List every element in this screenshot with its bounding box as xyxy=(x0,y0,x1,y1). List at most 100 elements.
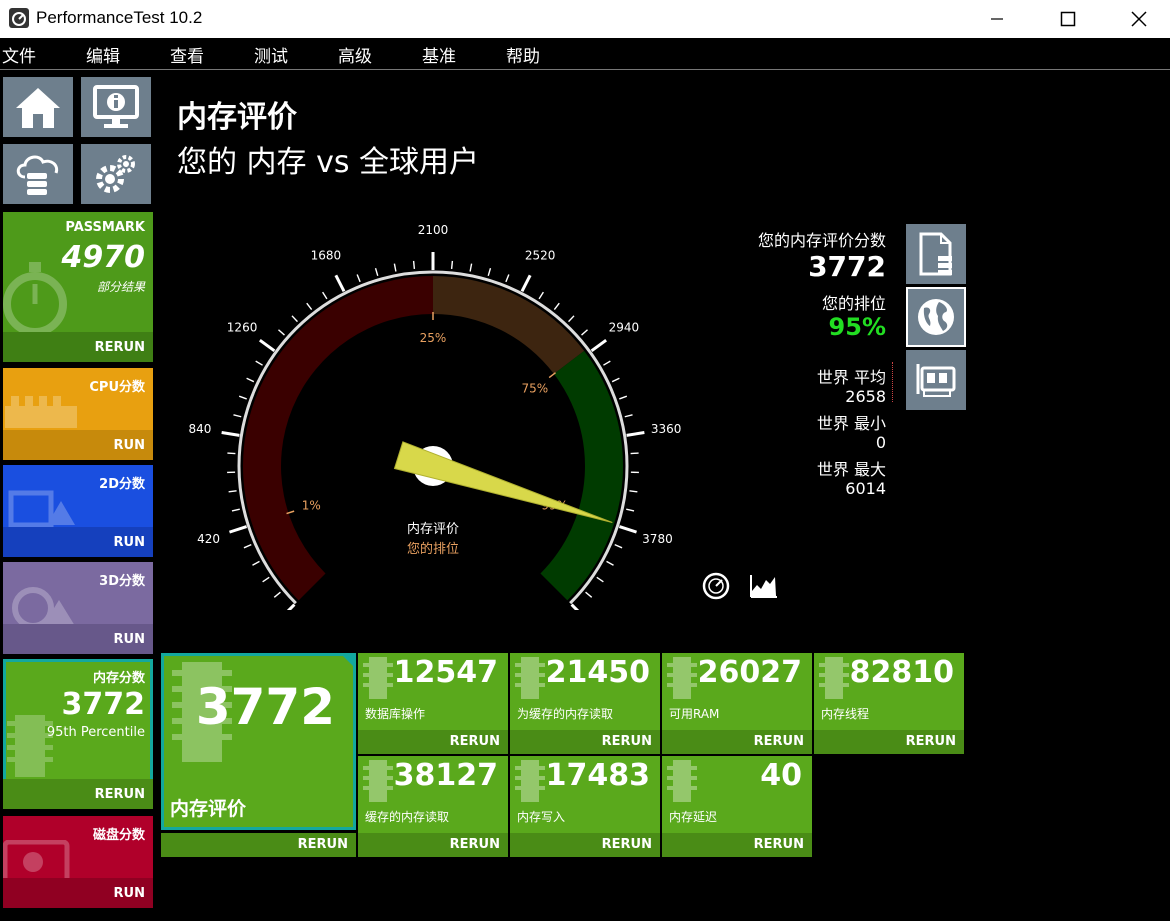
selected-corner xyxy=(340,656,353,669)
subtest-rerun-button[interactable]: RERUN xyxy=(450,734,500,749)
disk-drive-icon xyxy=(3,840,70,880)
gauge-minor-tick xyxy=(246,377,255,383)
2d-run-button[interactable]: RUN xyxy=(114,535,145,550)
report-button[interactable] xyxy=(906,224,966,284)
stopwatch-icon xyxy=(3,262,67,336)
gauge-tick-label: 1680 xyxy=(311,249,342,263)
gauge-minor-tick xyxy=(487,267,492,277)
gauge-band-mid xyxy=(433,276,585,374)
subtest-tile[interactable]: 38127 缓存的内存读取 RERUN xyxy=(358,756,508,857)
gauge-minor-tick xyxy=(238,395,247,400)
gauge-minor-tick xyxy=(585,591,593,598)
minimize-button[interactable] xyxy=(962,0,1032,38)
subtest-tile[interactable]: 82810 内存线程 RERUN xyxy=(814,653,964,754)
gauge-minor-tick xyxy=(252,560,260,566)
subtest-value: 12547 xyxy=(393,655,498,690)
gauge-needle xyxy=(393,441,613,523)
memory-chip-icon xyxy=(363,760,393,802)
gauge-minor-tick xyxy=(630,452,639,455)
maximize-button[interactable] xyxy=(1033,0,1103,38)
menu-help[interactable]: 帮助 xyxy=(506,42,540,67)
document-icon xyxy=(919,232,952,276)
gauge-minor-tick xyxy=(596,576,604,583)
subtest-rerun-button[interactable]: RERUN xyxy=(450,837,500,852)
memory-tile[interactable]: 内存分数 3772 95th Percentile RERUN xyxy=(3,659,153,809)
subtest-tile[interactable]: 40 内存延迟 RERUN xyxy=(662,756,812,857)
memory-mark-score: 3772 xyxy=(195,678,335,736)
close-button[interactable] xyxy=(1104,0,1170,38)
subtest-tile[interactable]: 17483 内存写入 RERUN xyxy=(510,756,660,857)
histogram-view-button[interactable] xyxy=(748,571,780,601)
speedometer-view-button[interactable] xyxy=(701,571,731,601)
subtest-label: 可用RAM xyxy=(669,707,720,721)
subtest-rerun-button[interactable]: RERUN xyxy=(906,734,956,749)
subtest-value: 17483 xyxy=(545,758,650,793)
hardware-button[interactable] xyxy=(906,350,966,410)
menu-file[interactable]: 文件 xyxy=(2,42,36,67)
menu-advanced[interactable]: 高级 xyxy=(338,42,372,67)
memory-chip-icon xyxy=(363,657,393,699)
gauge-minor-tick xyxy=(614,543,623,549)
gauge-minor-tick xyxy=(603,360,611,366)
cloud-results-button[interactable] xyxy=(3,144,73,204)
subtest-rerun-button[interactable]: RERUN xyxy=(602,837,652,852)
3d-tile[interactable]: 3D分数 RUN xyxy=(3,562,153,654)
subtest-label: 内存写入 xyxy=(517,810,566,824)
subtest-tile[interactable]: 12547 数据库操作 RERUN xyxy=(358,653,508,754)
3d-title: 3D分数 xyxy=(99,574,145,589)
cpu-tile[interactable]: CPU分数 RUN xyxy=(3,368,153,460)
menu-edit[interactable]: 编辑 xyxy=(86,42,120,67)
home-button[interactable] xyxy=(3,77,73,137)
settings-button[interactable] xyxy=(81,144,151,204)
gauge-minor-tick xyxy=(374,267,379,277)
histogram-icon xyxy=(750,575,777,598)
gauge-minor-tick xyxy=(626,508,635,512)
gauge-minor-tick xyxy=(255,360,263,366)
page-title: 内存评价 xyxy=(177,100,297,135)
system-info-button[interactable] xyxy=(81,77,151,137)
memory-mark-rerun-button[interactable]: RERUN xyxy=(298,837,348,852)
gauge-tick-label: 3360 xyxy=(651,422,682,436)
cpu-title: CPU分数 xyxy=(89,380,145,395)
passmark-rerun-button[interactable]: RERUN xyxy=(95,340,145,355)
gauge-minor-tick xyxy=(412,260,416,269)
menu-baseline[interactable]: 基准 xyxy=(422,42,456,67)
cpu-icon xyxy=(5,396,77,428)
world-compare-button[interactable] xyxy=(906,287,966,347)
rank-label: 您的排位 xyxy=(821,294,886,313)
memory-chip-icon xyxy=(819,657,849,699)
2d-graphics-icon xyxy=(8,490,75,528)
disk-run-button[interactable]: RUN xyxy=(114,886,145,901)
gauge-minor-tick xyxy=(231,508,240,512)
gauge-minor-tick xyxy=(227,452,236,455)
gauge-minor-tick xyxy=(538,291,544,300)
gauge-major-tick xyxy=(221,431,240,437)
2d-tile[interactable]: 2D分数 RUN xyxy=(3,465,153,557)
gauge-minor-tick xyxy=(243,543,252,549)
subtest-rerun-button[interactable]: RERUN xyxy=(602,734,652,749)
subtest-rerun-button[interactable]: RERUN xyxy=(754,837,804,852)
subtest-tile[interactable]: 26027 可用RAM RERUN xyxy=(662,653,812,754)
3d-run-button[interactable]: RUN xyxy=(114,632,145,647)
gauge-minor-tick xyxy=(450,260,454,269)
menu-tests[interactable]: 测试 xyxy=(254,42,288,67)
disk-tile[interactable]: 磁盘分数 RUN xyxy=(3,816,153,908)
memory-mark-tile[interactable]: 3772 内存评价 xyxy=(161,653,356,830)
score-label: 您的内存评价分数 xyxy=(757,231,886,250)
percentile-label: 25% xyxy=(420,331,447,345)
gauge-minor-tick xyxy=(393,263,397,272)
gears-icon xyxy=(96,155,135,193)
gauge-tick-label: 2940 xyxy=(609,320,640,334)
passmark-tile[interactable]: PASSMARK 4970 部分结果 RERUN xyxy=(3,212,153,362)
gauge-minor-tick xyxy=(273,591,281,598)
menu-view[interactable]: 查看 xyxy=(170,42,204,67)
subtest-tile[interactable]: 21450 为缓存的内存读取 RERUN xyxy=(510,653,660,754)
world-max-value: 6014 xyxy=(845,479,886,498)
cpu-run-button[interactable]: RUN xyxy=(114,438,145,453)
gauge-major-tick xyxy=(286,603,296,610)
globe-icon xyxy=(918,299,954,335)
memory-rerun-button[interactable]: RERUN xyxy=(95,787,145,802)
title-bar: PerformanceTest 10.2 xyxy=(0,0,1170,38)
passmark-title: PASSMARK xyxy=(65,220,145,235)
subtest-rerun-button[interactable]: RERUN xyxy=(754,734,804,749)
